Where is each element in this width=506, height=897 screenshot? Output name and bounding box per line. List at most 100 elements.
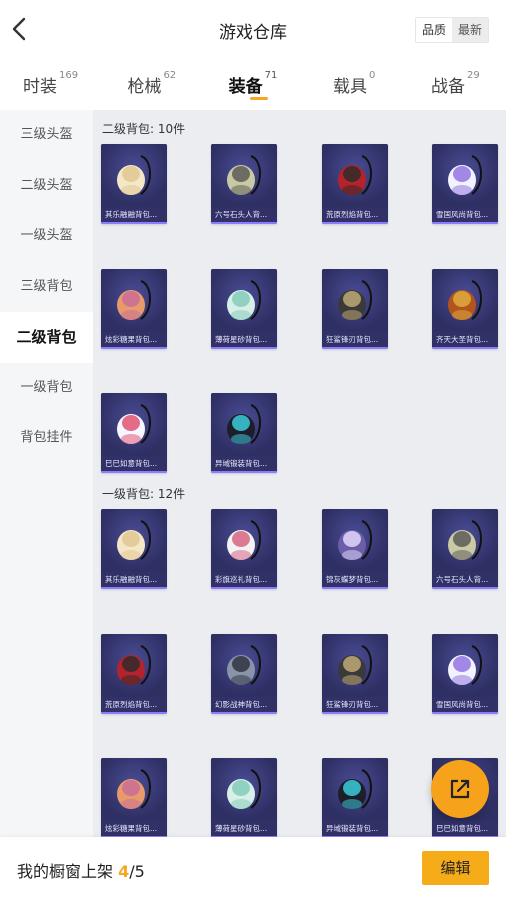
card-art	[432, 509, 498, 573]
share-fab[interactable]	[431, 760, 489, 818]
tab-label: 战备	[431, 77, 466, 97]
card-name: 齐天大圣背包...	[432, 331, 498, 347]
backpack-card[interactable]: 六号石头人背...	[211, 144, 277, 224]
card-name: 雪国风尚背包...	[432, 207, 498, 222]
card-art	[322, 268, 388, 333]
card-name: 异域锻装背包...	[322, 821, 388, 836]
tab-label: 时装	[23, 77, 58, 97]
backpack-card[interactable]: 巳巳如意背包...	[101, 393, 167, 473]
flag-bag-icon	[227, 520, 261, 560]
sidebar-item-lv3-backpack[interactable]: 三级背包	[0, 262, 93, 313]
card-name: 雪国风尚背包...	[432, 696, 498, 712]
showcase-bar: 我的橱窗上架 4/5 编辑	[0, 837, 506, 897]
card-quality-bar	[322, 587, 388, 589]
card-quality-bar	[211, 346, 277, 349]
shark-bag-icon	[338, 644, 372, 685]
tab-fashion[interactable]: 时装169	[0, 62, 101, 110]
snow-bag-icon	[448, 155, 482, 195]
sidebar-item-lv1-helmet[interactable]: 一级头盔	[0, 211, 93, 262]
card-quality-bar	[101, 346, 167, 349]
forge-bag-icon	[338, 769, 372, 809]
card-quality-bar	[322, 222, 388, 224]
backpack-card[interactable]: 炫彩糖果背包...	[101, 268, 167, 349]
card-name: 荒原烈焰背包...	[322, 207, 388, 222]
card-art	[101, 393, 167, 457]
mint-bag-icon	[227, 769, 261, 809]
card-quality-bar	[432, 711, 498, 714]
tab-guns[interactable]: 枪械62	[101, 62, 202, 110]
section-title: 二级背包: 10件	[102, 122, 186, 136]
tab-supplies[interactable]: 战备29	[405, 62, 506, 110]
backpack-card[interactable]: 薄荷星砂背包...	[211, 268, 277, 349]
card-quality-bar	[432, 346, 498, 349]
showcase-status: 我的橱窗上架 4/5	[17, 858, 145, 882]
section-title: 一级背包: 12件	[102, 487, 186, 501]
card-art	[211, 268, 277, 333]
snake-bag-icon	[117, 404, 151, 444]
backpack-card[interactable]: 荒原烈焰背包...	[101, 633, 167, 714]
card-quality-bar	[101, 587, 167, 589]
backpack-card[interactable]: 其乐融融背包...	[101, 509, 167, 589]
candy-bag-icon	[117, 279, 151, 320]
backpack-card[interactable]: 六号石头人背...	[432, 509, 498, 589]
card-art	[101, 509, 167, 573]
sidebar-item-backpack-pendant[interactable]: 背包挂件	[0, 413, 93, 464]
edit-button[interactable]: 编辑	[422, 851, 489, 885]
card-name: 狂鲨锋刃背包...	[322, 331, 388, 347]
card-name: 薄荷星砂背包...	[211, 331, 277, 347]
tab-vehicles[interactable]: 载具0	[304, 62, 405, 110]
card-quality-bar	[432, 587, 498, 589]
sort-by-quality[interactable]: 品质	[416, 18, 452, 42]
item-grid: 二级背包: 10件 其乐融融背包... 六号石头人背... 荒原烈焰背包... 雪国风尚…	[93, 110, 506, 837]
sort-by-newest[interactable]: 最新	[452, 18, 488, 42]
backpack-card[interactable]: 雪国风尚背包...	[432, 633, 498, 714]
tab-count: 0	[369, 70, 376, 81]
card-name: 幻影战神背包...	[211, 696, 277, 712]
card-quality-bar	[101, 471, 167, 473]
stone-bag-icon	[448, 520, 482, 560]
card-name: 巳巳如意背包...	[432, 821, 498, 836]
card-art	[322, 144, 388, 208]
backpack-card[interactable]: 齐天大圣背包...	[432, 268, 498, 349]
sidebar-item-lv1-backpack[interactable]: 一级背包	[0, 363, 93, 414]
card-art	[211, 509, 277, 573]
card-quality-bar	[322, 711, 388, 714]
card-name: 异域锻装背包...	[211, 456, 277, 471]
backpack-card[interactable]: 炫彩糖果背包...	[101, 758, 167, 837]
backpack-card[interactable]: 异域锻装背包...	[322, 758, 388, 837]
tab-label: 枪械	[127, 77, 162, 97]
card-name: 其乐融融背包...	[101, 572, 167, 587]
sidebar-item-lv3-helmet[interactable]: 三级头盔	[0, 110, 93, 161]
backpack-card[interactable]: 荒原烈焰背包...	[322, 144, 388, 224]
backpack-card[interactable]: 狂鲨锋刃背包...	[322, 268, 388, 349]
forge-bag-icon	[227, 404, 261, 444]
sidebar-item-lv2-backpack[interactable]: 二级背包	[0, 312, 93, 363]
backpack-card[interactable]: 幻影战神背包...	[211, 633, 277, 714]
backpack-card[interactable]: 雪国风尚背包...	[432, 144, 498, 224]
backpack-card[interactable]: 狂鲨锋刃背包...	[322, 633, 388, 714]
top-bar: 游戏仓库 品质 最新	[0, 0, 506, 62]
phantom-bag-icon	[227, 644, 261, 685]
tab-equipment[interactable]: 装备71	[202, 62, 303, 110]
card-art	[211, 393, 277, 457]
butterfly-bag-icon	[338, 520, 372, 560]
sort-toggle: 品质 最新	[415, 17, 489, 43]
flame-bag-icon	[338, 155, 372, 195]
candy-bag-icon	[117, 769, 151, 809]
flame-bag-icon	[117, 644, 151, 685]
tab-label: 载具	[333, 77, 368, 97]
monkey-bag-icon	[448, 279, 482, 320]
card-art	[322, 509, 388, 573]
subcategory-sidebar: 三级头盔 二级头盔 一级头盔 三级背包 二级背包 一级背包 背包挂件	[0, 110, 93, 837]
active-tab-indicator	[250, 97, 268, 100]
card-art	[101, 144, 167, 208]
backpack-card[interactable]: 其乐融融背包...	[101, 144, 167, 224]
card-name: 炫彩糖果背包...	[101, 821, 167, 836]
backpack-card[interactable]: 异域锻装背包...	[211, 393, 277, 473]
card-name: 薄荷星砂背包...	[211, 821, 277, 836]
backpack-card[interactable]: 彩旗巡礼背包...	[211, 509, 277, 589]
backpack-card[interactable]: 锦灰蝶梦背包...	[322, 509, 388, 589]
tab-count: 29	[467, 70, 480, 81]
backpack-card[interactable]: 薄荷星砂背包...	[211, 758, 277, 837]
sidebar-item-lv2-helmet[interactable]: 二级头盔	[0, 161, 93, 212]
